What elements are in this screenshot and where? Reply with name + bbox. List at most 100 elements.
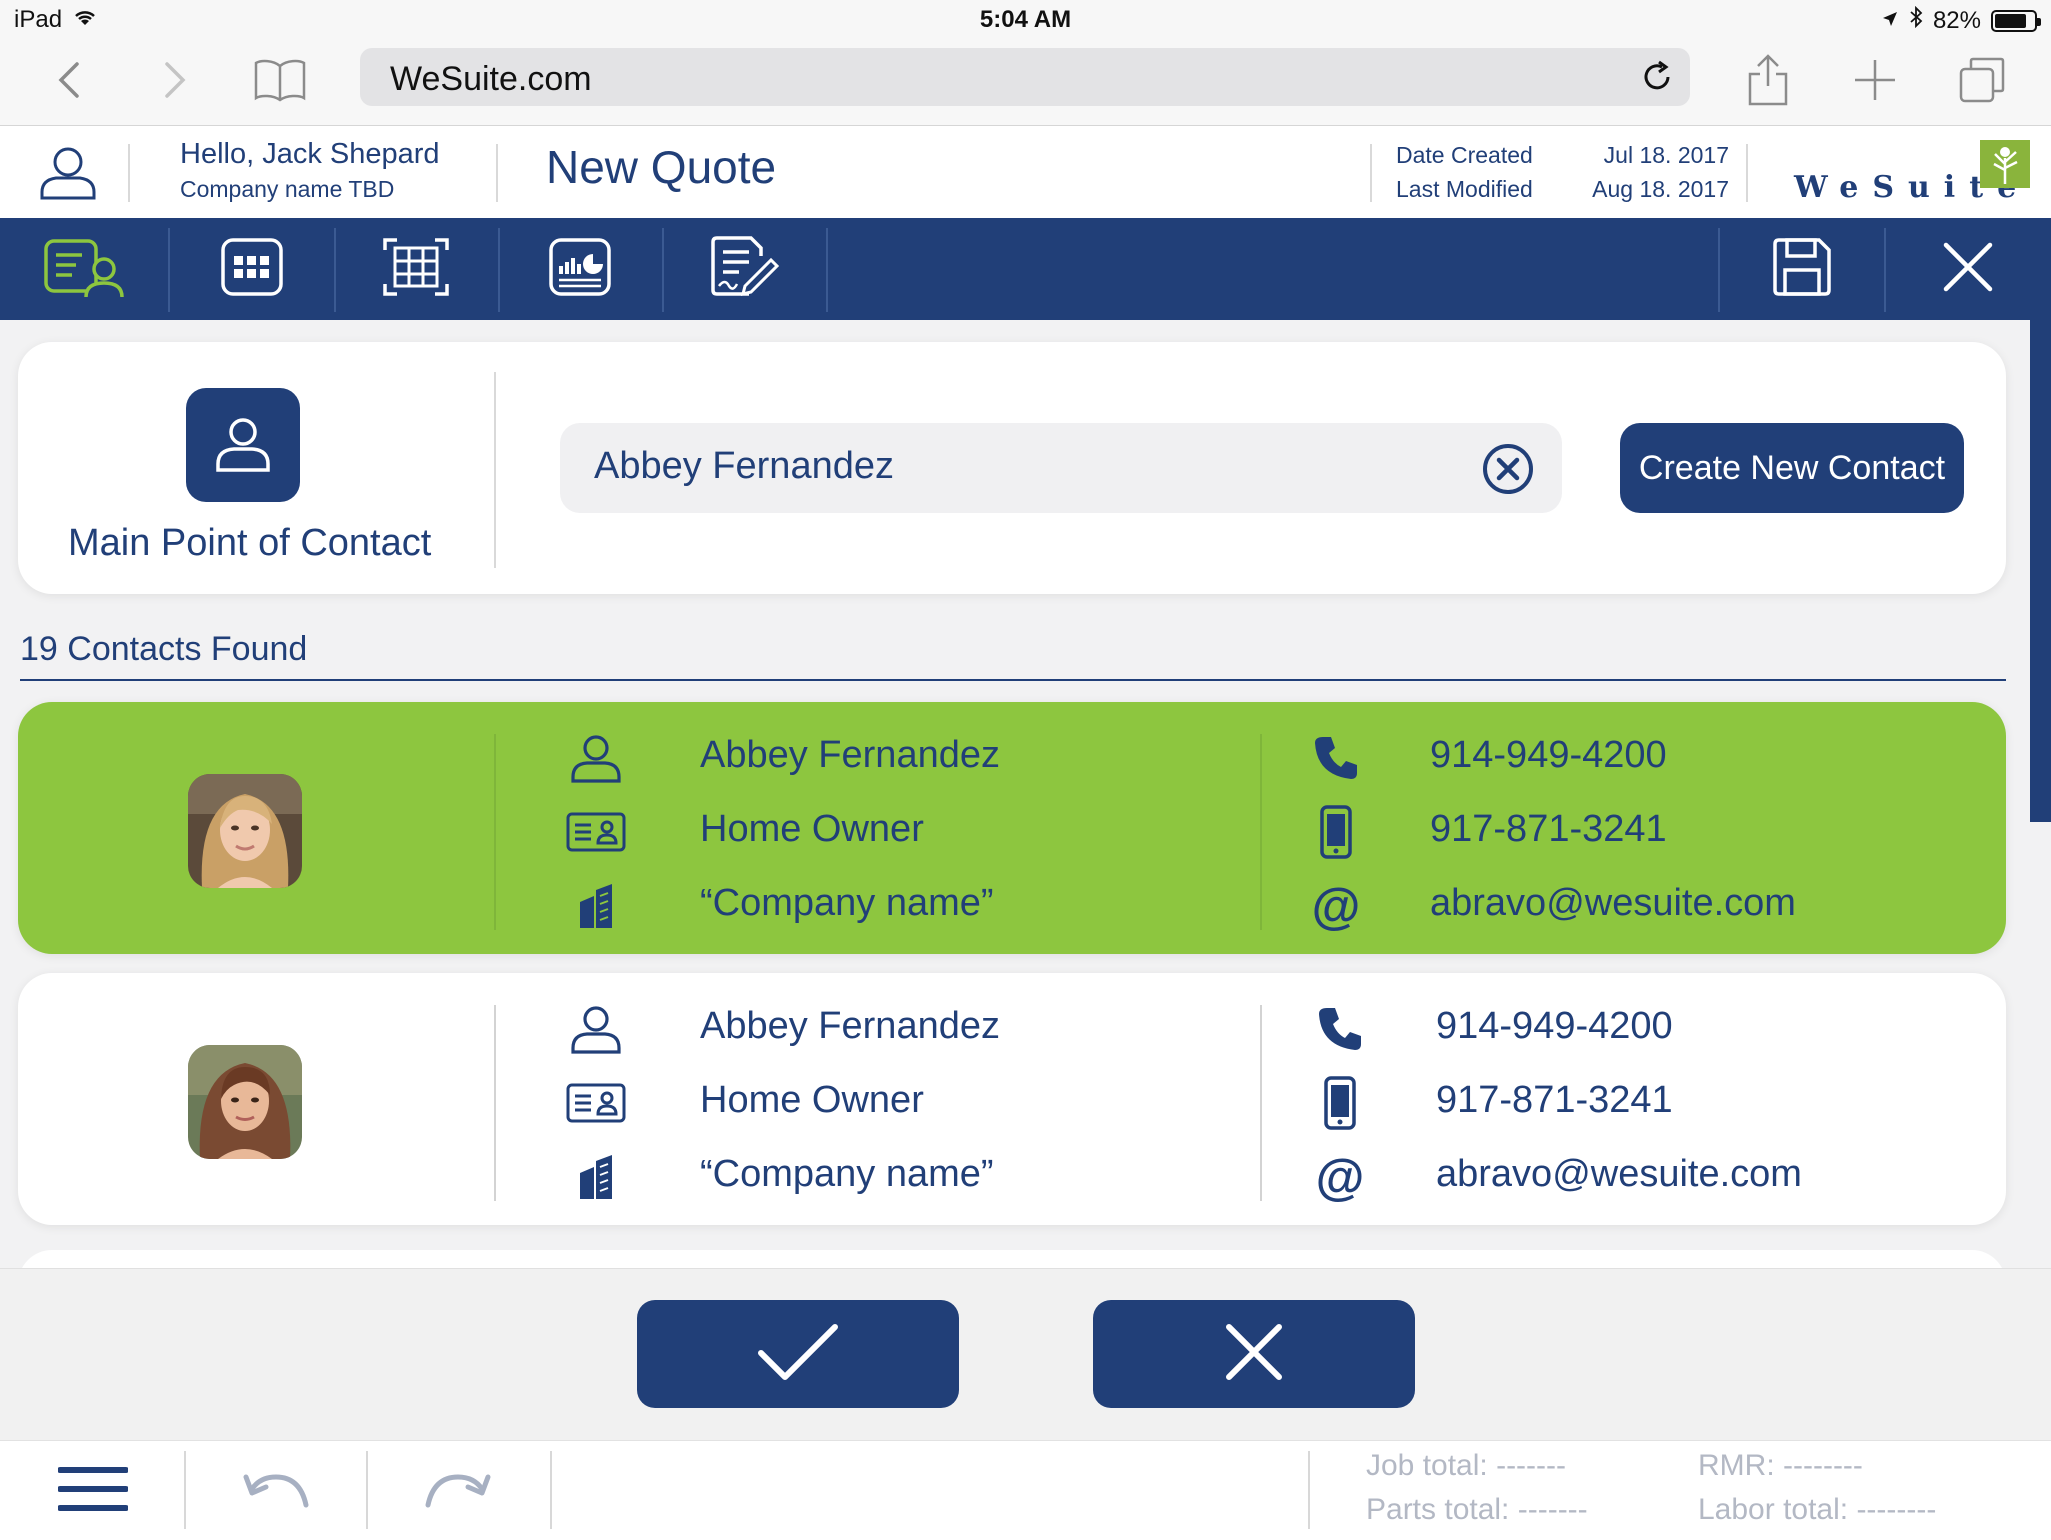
- battery-icon: [1991, 9, 2041, 32]
- card-divider: [1260, 1005, 1262, 1201]
- building-icon: [566, 1149, 626, 1205]
- job-total: Job total: -------: [1366, 1449, 1567, 1482]
- main-contact-avatar-tile: [186, 388, 300, 502]
- card-divider: [494, 372, 496, 568]
- browser-toolbar: WeSuite.com: [0, 38, 2051, 126]
- results-scrollbar[interactable]: [2030, 320, 2051, 822]
- bluetooth-icon: [1909, 5, 1923, 35]
- cancel-button[interactable]: [1093, 1300, 1415, 1408]
- contact-phone[interactable]: 914-949-4200: [1436, 1005, 1673, 1048]
- close-icon: [1223, 1321, 1285, 1388]
- table-icon: [381, 234, 451, 305]
- greeting-text: Hello, Jack Shepard: [180, 138, 440, 170]
- footer-divider: [184, 1451, 186, 1529]
- toolbar-grid-button[interactable]: [170, 218, 334, 320]
- parts-total: Parts total: -------: [1366, 1493, 1588, 1526]
- rmr-total: RMR: --------: [1698, 1449, 1863, 1482]
- header-divider: [1746, 144, 1748, 202]
- close-quote-button[interactable]: [1886, 218, 2050, 320]
- results-divider: [20, 679, 2006, 681]
- labor-total: Labor total: --------: [1698, 1493, 1937, 1526]
- footer-bar: Job total: ------- Parts total: ------- …: [0, 1440, 2051, 1540]
- hamburger-menu-icon: [57, 1466, 129, 1517]
- status-time: 5:04 AM: [979, 6, 1072, 33]
- contact-mobile[interactable]: 917-871-3241: [1430, 808, 1667, 851]
- toolbar-sign-button[interactable]: [662, 218, 826, 320]
- card-divider: [1260, 734, 1262, 930]
- share-icon[interactable]: [1736, 48, 1800, 112]
- phone-icon: [1306, 730, 1366, 786]
- at-sign-icon: @: [1311, 878, 1361, 934]
- contact-avatar-photo: [188, 1045, 302, 1159]
- quote-toolbar: [0, 218, 2051, 320]
- toolbar-report-button[interactable]: [498, 218, 662, 320]
- toolbar-contact-button[interactable]: [4, 218, 168, 320]
- sign-document-icon: [709, 234, 780, 305]
- bookmarks-icon[interactable]: [248, 48, 312, 112]
- contact-role: Home Owner: [700, 1079, 924, 1121]
- contact-mobile[interactable]: 917-871-3241: [1436, 1079, 1673, 1122]
- card-divider: [494, 734, 496, 930]
- card-divider: [494, 1005, 496, 1201]
- contact-search-field[interactable]: Abbey Fernandez: [560, 423, 1562, 513]
- contact-name: Abbey Fernandez: [700, 1005, 1000, 1047]
- date-created-value: Jul 18. 2017: [1603, 142, 1729, 168]
- toolbar-divider: [826, 228, 828, 312]
- back-chevron-icon[interactable]: [38, 48, 102, 112]
- header-divider: [496, 144, 498, 202]
- redo-icon: [422, 1467, 492, 1516]
- id-card-icon: [566, 1075, 626, 1131]
- contact-details-icon: [42, 235, 130, 304]
- url-text: WeSuite.com: [390, 60, 592, 98]
- header-divider: [128, 144, 130, 202]
- footer-divider: [366, 1451, 368, 1529]
- contact-company: “Company name”: [700, 882, 994, 924]
- contact-avatar-photo: [188, 774, 302, 888]
- contact-card[interactable]: Abbey Fernandez Home Owner “Company name…: [18, 702, 2006, 954]
- grid-icon: [219, 236, 285, 303]
- contact-role: Home Owner: [700, 808, 924, 850]
- contact-email[interactable]: abravo@wesuite.com: [1436, 1153, 1802, 1196]
- phone-icon: [1310, 1001, 1370, 1057]
- mobile-phone-icon: [1306, 804, 1366, 860]
- contact-phone[interactable]: 914-949-4200: [1430, 734, 1667, 777]
- undo-icon: [242, 1467, 312, 1516]
- person-icon: [212, 412, 274, 479]
- app-header: Hello, Jack Shepard Company name TBD New…: [0, 126, 2051, 218]
- forward-chevron-icon[interactable]: [142, 48, 206, 112]
- user-profile-icon[interactable]: [36, 140, 100, 204]
- redo-button[interactable]: [402, 1459, 512, 1523]
- save-icon: [1771, 236, 1833, 303]
- contact-email[interactable]: abravo@wesuite.com: [1430, 882, 1796, 925]
- battery-percent: 82%: [1932, 6, 1981, 34]
- new-tab-plus-icon[interactable]: [1843, 48, 1907, 112]
- status-bar: iPad 5:04 AM 82%: [0, 0, 2051, 38]
- reload-icon[interactable]: [1638, 58, 1676, 96]
- main-point-of-contact-label: Main Point of Contact: [68, 522, 432, 564]
- person-icon: [566, 730, 626, 786]
- menu-button[interactable]: [38, 1459, 148, 1523]
- report-chart-icon: [547, 236, 613, 303]
- person-icon: [566, 1001, 626, 1057]
- toolbar-table-button[interactable]: [334, 218, 498, 320]
- save-button[interactable]: [1720, 218, 1884, 320]
- action-bar: [0, 1268, 2051, 1440]
- location-arrow-icon: [1881, 7, 1899, 35]
- undo-button[interactable]: [222, 1459, 332, 1523]
- address-bar[interactable]: WeSuite.com: [360, 48, 1690, 106]
- checkmark-icon: [755, 1321, 841, 1388]
- footer-divider: [550, 1451, 552, 1529]
- contact-name: Abbey Fernandez: [700, 734, 1000, 776]
- last-modified-value: Aug 18. 2017: [1592, 176, 1729, 202]
- contact-search-value: Abbey Fernandez: [594, 445, 894, 487]
- contacts-found-count: 19 Contacts Found: [20, 630, 308, 668]
- wesuite-tree-logo-icon: [1980, 140, 2030, 188]
- confirm-button[interactable]: [637, 1300, 959, 1408]
- footer-divider: [1308, 1451, 1310, 1529]
- tabs-icon[interactable]: [1950, 48, 2014, 112]
- create-new-contact-button[interactable]: Create New Contact: [1620, 423, 1964, 513]
- last-modified-label: Last Modified: [1396, 176, 1533, 202]
- close-icon: [1942, 241, 1994, 298]
- clear-search-icon[interactable]: [1482, 443, 1534, 495]
- contact-card[interactable]: Abbey Fernandez Home Owner “Company name…: [18, 973, 2006, 1225]
